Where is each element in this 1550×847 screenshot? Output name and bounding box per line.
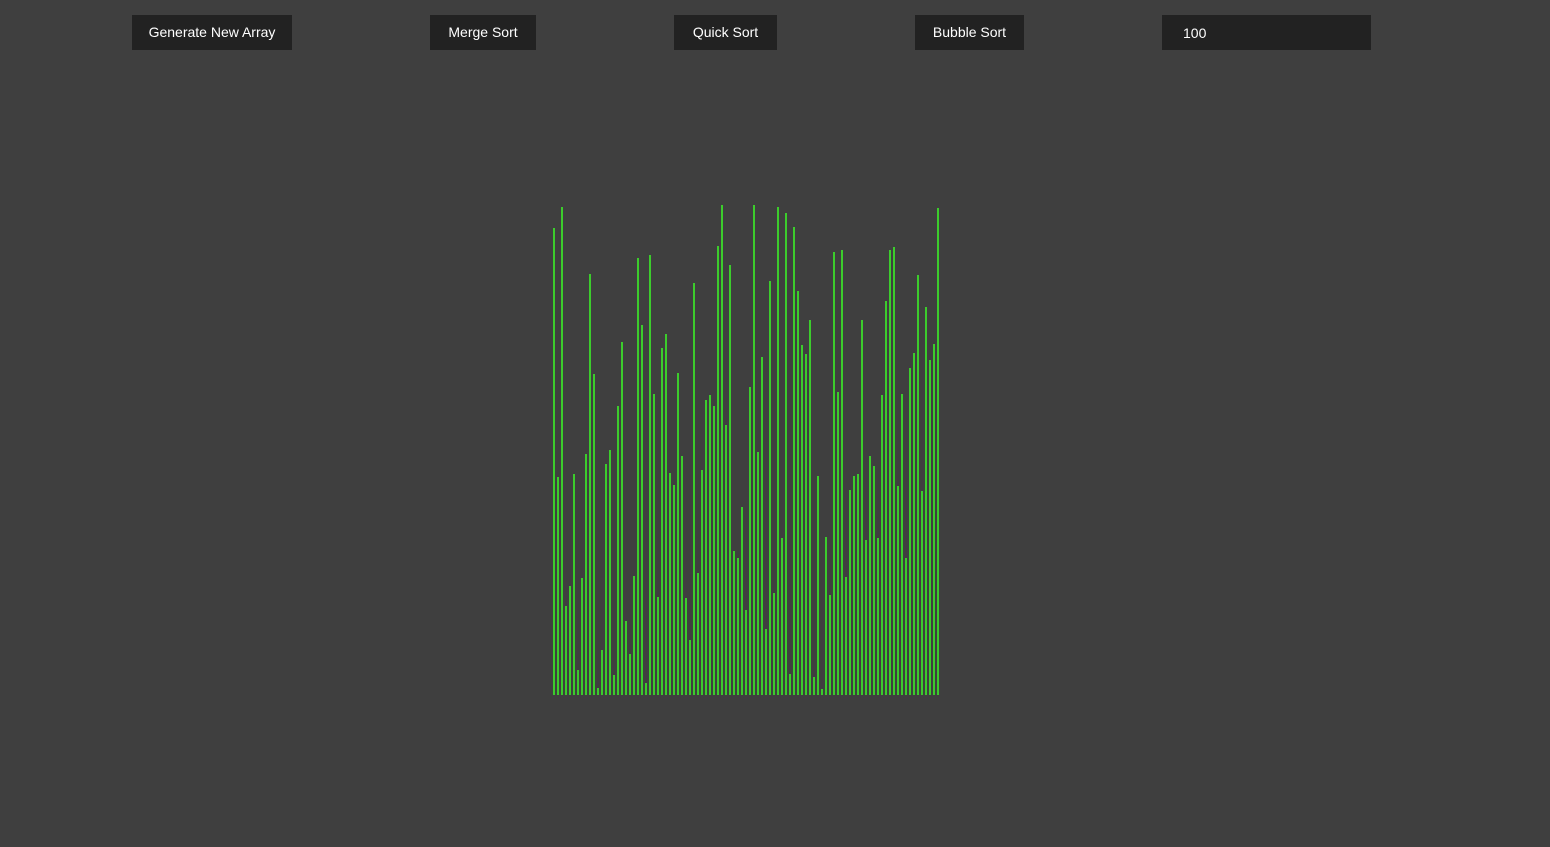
array-bar: [649, 255, 651, 695]
array-bar: [621, 342, 623, 695]
array-bar: [765, 629, 767, 695]
array-bar: [593, 374, 595, 695]
array-bar: [781, 538, 783, 695]
array-bar: [769, 281, 771, 695]
array-bar: [757, 452, 759, 695]
array-bar: [661, 348, 663, 695]
array-bar: [837, 392, 839, 695]
array-bar: [733, 551, 735, 695]
array-bar: [801, 345, 803, 695]
array-bar: [849, 490, 851, 695]
array-bar: [865, 540, 867, 695]
array-bar: [905, 558, 907, 695]
array-bar: [653, 394, 655, 695]
array-bar: [877, 538, 879, 695]
array-bar: [777, 207, 779, 695]
array-bar: [881, 395, 883, 695]
array-bar: [613, 675, 615, 695]
array-bar: [797, 291, 799, 695]
array-bar: [589, 274, 591, 695]
array-bar: [561, 207, 563, 695]
array-bar: [913, 353, 915, 695]
array-bar: [845, 577, 847, 695]
array-bar: [689, 640, 691, 695]
array-bar: [637, 258, 639, 695]
array-bar: [753, 205, 755, 695]
array-bar: [773, 593, 775, 695]
array-bar: [721, 205, 723, 695]
array-bar: [741, 507, 743, 695]
array-bar: [677, 373, 679, 695]
bars-chart: [553, 205, 939, 695]
array-bar: [581, 578, 583, 695]
array-bar: [829, 595, 831, 695]
array-bar: [725, 425, 727, 695]
array-bar: [937, 208, 939, 695]
array-bar: [673, 485, 675, 695]
array-bar: [825, 537, 827, 695]
array-bar: [569, 586, 571, 695]
array-bar: [893, 247, 895, 695]
array-bar: [909, 368, 911, 695]
array-bar: [713, 406, 715, 695]
array-bar: [697, 573, 699, 695]
array-bar: [873, 466, 875, 695]
array-bar: [669, 473, 671, 695]
array-bar: [573, 474, 575, 695]
array-bar: [629, 654, 631, 695]
array-bar: [557, 477, 559, 695]
array-bar: [917, 275, 919, 695]
array-bar: [749, 387, 751, 695]
array-bar: [809, 320, 811, 695]
array-bar: [641, 325, 643, 695]
array-bar: [869, 456, 871, 695]
array-bar: [657, 597, 659, 695]
array-bar: [857, 474, 859, 695]
array-bar: [897, 486, 899, 695]
array-bar: [645, 683, 647, 695]
array-bar: [553, 228, 555, 695]
array-bar: [685, 598, 687, 695]
array-bar: [901, 394, 903, 695]
array-bar: [609, 450, 611, 695]
bars-group: [553, 205, 939, 695]
array-bar: [585, 454, 587, 695]
array-bar: [841, 250, 843, 695]
array-bar: [793, 227, 795, 695]
array-bar: [633, 576, 635, 695]
array-bar: [929, 360, 931, 695]
array-bar: [813, 677, 815, 695]
array-bar: [701, 470, 703, 695]
array-bar: [625, 621, 627, 695]
array-bar: [925, 307, 927, 695]
array-bar: [861, 320, 863, 695]
array-bar: [681, 456, 683, 695]
array-bar: [597, 688, 599, 695]
array-bar: [833, 252, 835, 695]
array-bar: [785, 213, 787, 695]
array-bar: [885, 301, 887, 695]
array-bar: [565, 606, 567, 695]
array-bar: [709, 395, 711, 695]
array-bar: [821, 689, 823, 695]
array-bar: [601, 650, 603, 695]
array-bar: [665, 334, 667, 695]
array-bar: [789, 674, 791, 695]
array-bar: [693, 283, 695, 695]
array-bar: [705, 400, 707, 695]
array-bar: [745, 610, 747, 695]
array-bar: [761, 357, 763, 695]
array-bar: [805, 354, 807, 695]
array-bar: [617, 406, 619, 695]
array-bar: [729, 265, 731, 695]
array-bar: [717, 246, 719, 695]
array-bar: [605, 464, 607, 695]
array-bar: [921, 491, 923, 695]
array-bar: [737, 558, 739, 695]
array-bar: [933, 344, 935, 695]
array-bar: [577, 670, 579, 695]
array-bar: [853, 476, 855, 695]
array-bar: [889, 250, 891, 695]
array-bar: [817, 476, 819, 695]
